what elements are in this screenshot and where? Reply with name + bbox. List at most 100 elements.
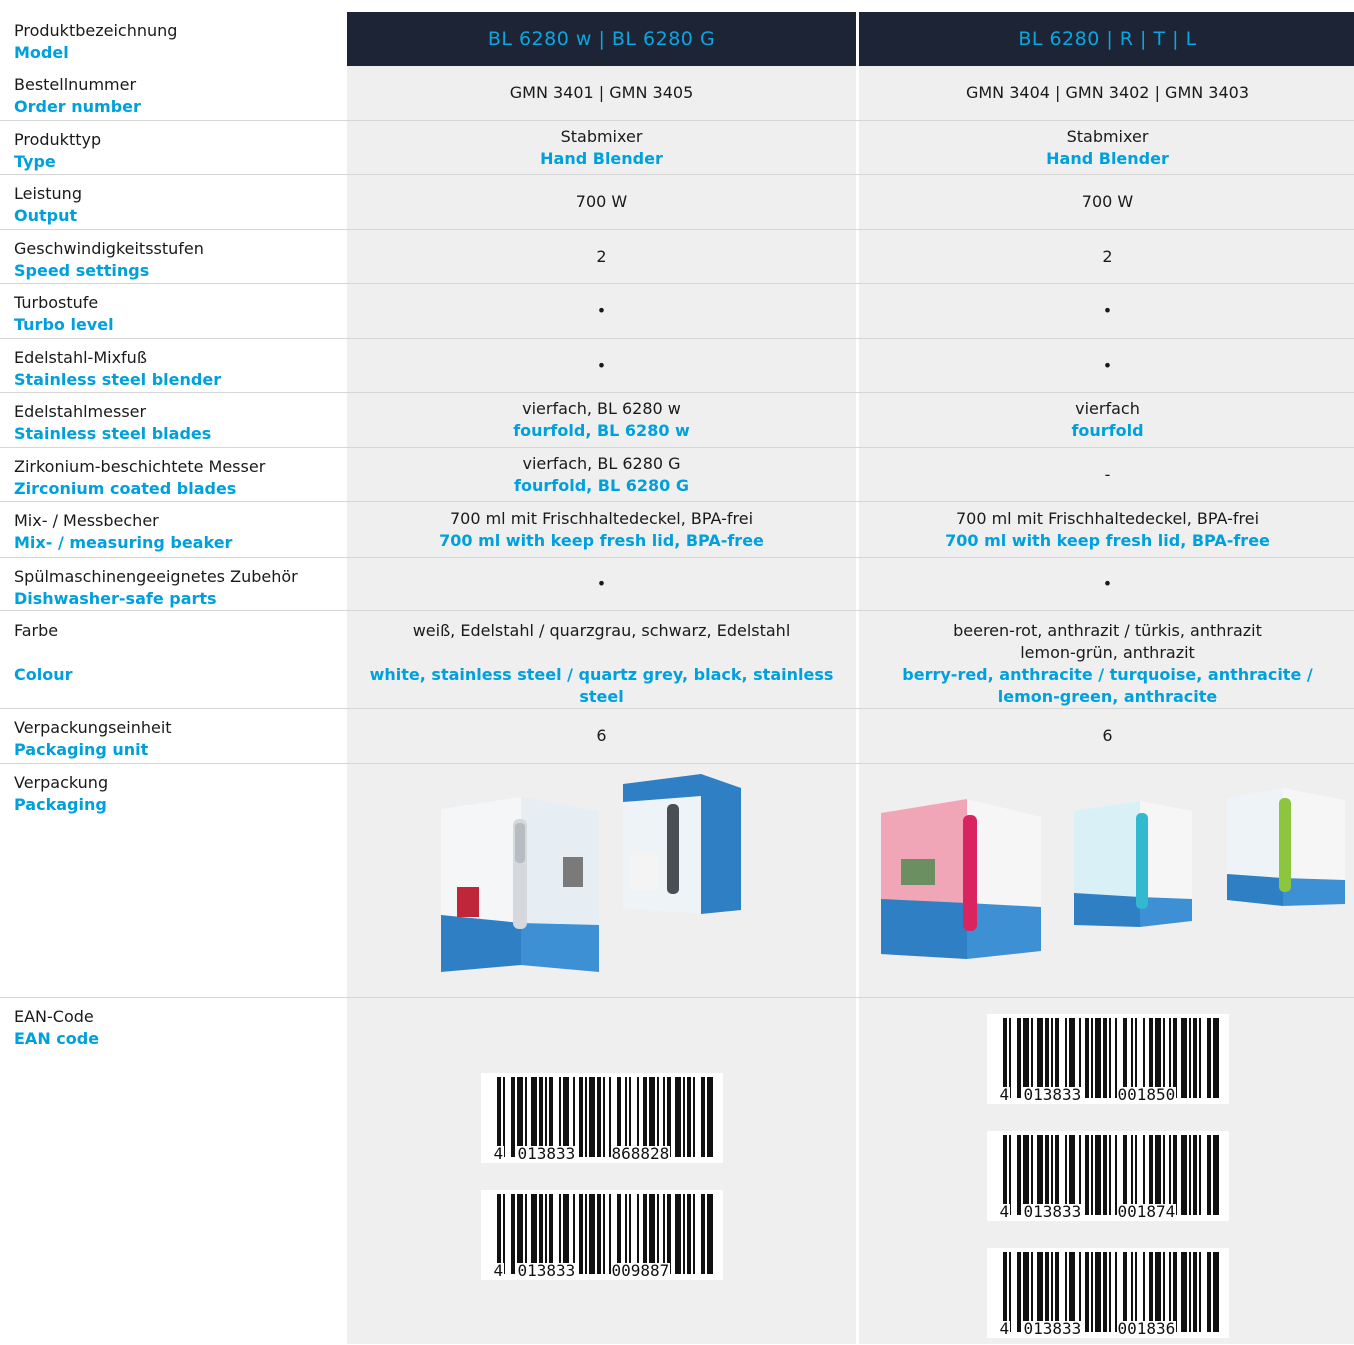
label-de: Verpackungseinheit [14, 718, 172, 737]
value-cell: vierfach, BL 6280 G fourfold, BL 6280 G [347, 448, 856, 501]
value-cell: 6 [347, 709, 856, 763]
barcode-bar [1084, 1135, 1089, 1215]
barcode-bar [584, 1194, 587, 1274]
label-de: Leistung [14, 184, 82, 203]
row-label: Mix- / Messbecher Mix- / measuring beake… [0, 502, 346, 557]
value-text-en: 700 ml with keep fresh lid, BPA-free [945, 530, 1270, 550]
ean-left-digits: 013833 [1022, 1085, 1083, 1104]
packaging-image [881, 788, 1345, 959]
ean-first-digit: 4 [492, 1144, 505, 1163]
bullet-mark: • [596, 355, 607, 375]
bullet-mark: • [596, 301, 607, 320]
label-de: Edelstahl-Mixfuß [14, 348, 147, 367]
barcode-bar [1198, 1135, 1201, 1215]
row-label: EAN-Code EAN code [0, 998, 346, 1344]
barcode-bar [682, 1077, 685, 1157]
value-text: GMN 3401 | GMN 3405 [509, 83, 694, 102]
label-en: Packaging unit [14, 740, 149, 759]
barcode-bar [1090, 1018, 1093, 1098]
bullet-mark: • [596, 574, 607, 593]
row-packaging: Verpackung Packaging [0, 764, 1354, 998]
value-cell: 700 ml mit Frischhaltedeckel, BPA-frei 7… [859, 502, 1354, 557]
product-box [881, 799, 1041, 959]
value-text: 6 [1102, 726, 1113, 745]
label-de: EAN-Code [14, 1007, 94, 1026]
barcode-bar [692, 1194, 695, 1274]
label-en: Order number [14, 97, 141, 116]
product-box [623, 774, 741, 914]
label-de: Produkttyp [14, 130, 102, 149]
ean-barcode: 4 013833 868828 [480, 1073, 723, 1163]
row-stainless-blender: Edelstahl-Mixfuß Stainless steel blender… [0, 339, 1354, 393]
ean-left-digits: 013833 [1022, 1319, 1083, 1338]
barcode-bar [1188, 1135, 1191, 1215]
barcode-bar [1192, 1135, 1197, 1215]
row-label: Zirkonium-beschichtete Messer Zirconium … [0, 448, 346, 501]
ean-first-digit: 4 [492, 1261, 505, 1280]
label-de: Mix- / Messbecher [14, 511, 159, 530]
barcode-bar [510, 1077, 515, 1157]
value-cell: - [859, 448, 1354, 501]
value-cell: • [347, 284, 856, 338]
value-cell: • [859, 284, 1354, 338]
barcode-bar [1192, 1252, 1197, 1332]
barcode-bar [578, 1194, 583, 1274]
barcode-bar [1108, 1252, 1111, 1332]
row-ean-code: EAN-Code EAN code 4 013833 868828 4 0138… [0, 998, 1354, 1344]
barcode-bar [1206, 1252, 1211, 1332]
barcode-bar [1192, 1018, 1197, 1098]
barcode-bar [1094, 1018, 1101, 1098]
barcode-bar [608, 1194, 611, 1274]
barcode-bar [1114, 1252, 1117, 1332]
barcode-bar [1094, 1252, 1101, 1332]
value-cell: GMN 3401 | GMN 3405 [347, 66, 856, 120]
barcode-bar [1212, 1135, 1219, 1215]
barcode-bar [1108, 1018, 1111, 1098]
barcode-bar [1090, 1135, 1093, 1215]
barcode-bar [674, 1077, 681, 1157]
value-text: - [1104, 464, 1111, 484]
ean-left-digits: 013833 [516, 1144, 577, 1163]
ean-right-digits: 009887 [610, 1261, 671, 1280]
label-de: Spülmaschinengeeignetes Zubehör [14, 567, 298, 586]
label-en: Output [14, 206, 78, 225]
value-text-de: Stabmixer [560, 126, 643, 146]
barcode-bar [510, 1194, 515, 1274]
ean-right-digits: 001874 [1116, 1202, 1177, 1221]
barcode-bar [1016, 1018, 1021, 1098]
row-label: Turbostufe Turbo level [0, 284, 346, 338]
value-text: 700 W [575, 192, 628, 211]
barcode-bar [602, 1194, 605, 1274]
label-en: Stainless steel blades [14, 424, 212, 443]
value-cell: vierfach, BL 6280 w fourfold, BL 6280 w [347, 393, 856, 447]
label-de: Farbe [14, 621, 59, 640]
row-speed-settings: Geschwindigkeitsstufen Speed settings 2 … [0, 230, 1354, 284]
packaging-image [441, 774, 741, 972]
value-text-de: lemon-grün, anthrazit [1020, 643, 1195, 662]
value-text: 6 [596, 726, 607, 745]
barcode-bar [700, 1194, 705, 1274]
value-text-de: Stabmixer [1066, 126, 1149, 146]
value-cell: • [859, 558, 1354, 610]
row-zirconium-blades: Zirkonium-beschichtete Messer Zirconium … [0, 448, 1354, 502]
label-en: Dishwasher-safe parts [14, 589, 217, 608]
row-packaging-unit: Verpackungseinheit Packaging unit 6 6 [0, 709, 1354, 764]
ean-first-digit: 4 [998, 1202, 1011, 1221]
ean-barcode: 4 013833 001836 [986, 1248, 1229, 1338]
header-row: Produktbezeichnung Model BL 6280 w | BL … [0, 12, 1354, 66]
value-text-en: white, stainless steel / quartz grey, bl… [369, 665, 834, 706]
barcode-bar [596, 1194, 601, 1274]
barcode-bar [1016, 1135, 1021, 1215]
barcode-bar [1016, 1252, 1021, 1332]
product-box [1227, 788, 1345, 906]
row-label: Spülmaschinengeeignetes Zubehör Dishwash… [0, 558, 346, 610]
value-cell: Stabmixer Hand Blender [347, 121, 856, 174]
barcode-bar [1180, 1252, 1187, 1332]
product-box [1074, 801, 1192, 927]
barcode-bar [1084, 1252, 1089, 1332]
barcode-cell-1: 4 013833 868828 4 013833 009887 [347, 998, 856, 1344]
barcode-bar [686, 1077, 691, 1157]
ean-barcode: 4 013833 001850 [986, 1014, 1229, 1104]
row-label: Edelstahlmesser Stainless steel blades [0, 393, 346, 447]
label-en: Packaging [14, 795, 107, 814]
